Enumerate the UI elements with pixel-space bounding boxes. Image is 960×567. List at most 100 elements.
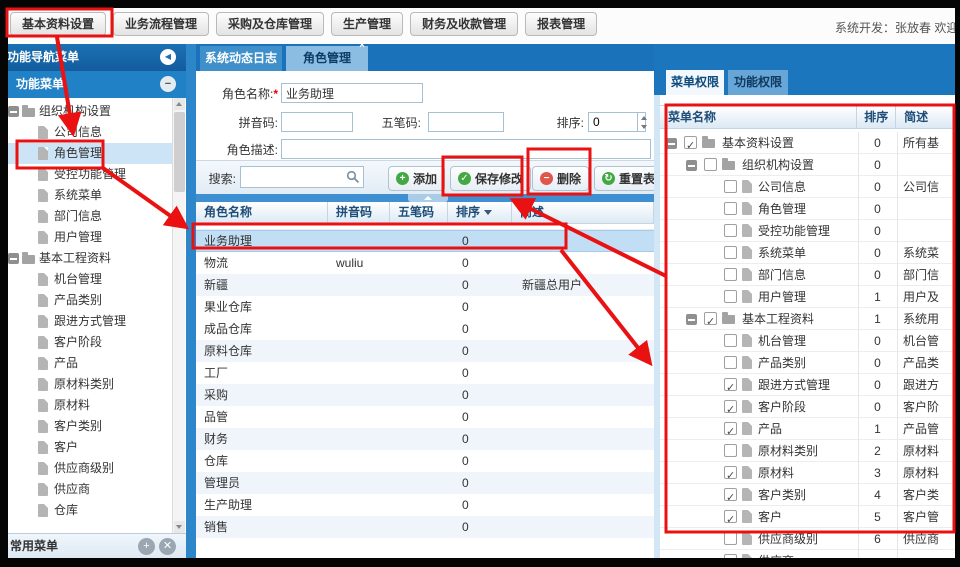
column-header-2[interactable]: 拼音码 <box>328 202 390 223</box>
top-menu-item-4[interactable]: 生产管理 <box>331 12 403 36</box>
sidebar-item[interactable]: 供应商级别 <box>8 458 172 479</box>
sidebar-item[interactable]: 公司信息 <box>8 122 172 143</box>
table-row[interactable]: 品管0 <box>196 406 654 428</box>
permission-tree-row[interactable]: 原材料类别2原材料 <box>660 440 955 462</box>
tab-inactive[interactable]: 系统动态日志 <box>200 46 282 71</box>
sort-spinner[interactable] <box>588 112 646 132</box>
checkbox-unchecked[interactable] <box>724 202 737 215</box>
top-menu-item-6[interactable]: 报表管理 <box>525 12 597 36</box>
permission-tree-row[interactable]: 基本工程资料1系统用 <box>660 308 955 330</box>
permission-tree-row[interactable]: 客户阶段0客户阶 <box>660 396 955 418</box>
table-row[interactable]: 果业仓库0 <box>196 296 654 318</box>
expander-icon[interactable] <box>666 138 677 149</box>
spin-up-icon[interactable] <box>638 113 645 122</box>
column-header-3[interactable]: 五笔码 <box>390 202 448 223</box>
permission-column-header-1[interactable]: 菜单名称 <box>660 106 857 128</box>
sidebar-item[interactable]: 仓库 <box>8 500 172 521</box>
add-favorite-icon[interactable]: + <box>138 538 155 555</box>
permission-tree-row[interactable]: 用户管理1用户及 <box>660 286 955 308</box>
search-icon[interactable] <box>346 170 360 184</box>
permission-column-header-2[interactable]: 排序 <box>857 106 896 128</box>
sidebar-item[interactable]: 供应商 <box>8 479 172 500</box>
permission-tree-row[interactable]: 客户类别4客户类 <box>660 484 955 506</box>
checkbox-checked[interactable] <box>724 510 737 523</box>
column-header-1[interactable]: 角色名称 <box>196 202 328 223</box>
checkbox-unchecked[interactable] <box>724 180 737 193</box>
sidebar-item[interactable]: 受控功能管理 <box>8 164 172 185</box>
sidebar-item[interactable]: 基本工程资料 <box>8 248 172 269</box>
sidebar-item[interactable]: 部门信息 <box>8 206 172 227</box>
permission-tree-row[interactable]: 跟进方式管理0跟进方 <box>660 374 955 396</box>
top-menu-item-5[interactable]: 财务及收款管理 <box>410 12 518 36</box>
checkbox-checked[interactable] <box>724 466 737 479</box>
permission-tree-row[interactable]: 原材料3原材料 <box>660 462 955 484</box>
checkbox-unchecked[interactable] <box>724 554 737 558</box>
checkbox-unchecked[interactable] <box>724 246 737 259</box>
permission-tree-row[interactable]: 基本资料设置0所有基 <box>660 132 955 154</box>
sidebar-item[interactable]: 用户管理 <box>8 227 172 248</box>
checkbox-unchecked[interactable] <box>724 290 737 303</box>
checkbox-unchecked[interactable] <box>724 532 737 545</box>
role-name-input[interactable] <box>281 83 423 103</box>
sidebar-item[interactable]: 原材料 <box>8 395 172 416</box>
checkbox-unchecked[interactable] <box>724 334 737 347</box>
checkbox-checked[interactable] <box>724 422 737 435</box>
checkbox-checked[interactable] <box>724 400 737 413</box>
permission-tree-row[interactable]: 产品1产品管 <box>660 418 955 440</box>
table-row[interactable]: 销售0 <box>196 516 654 538</box>
checkbox-checked[interactable] <box>704 312 717 325</box>
sidebar-item[interactable]: 组织机构设置 <box>8 101 172 122</box>
permission-tree-row[interactable]: 供应商级别6供应商 <box>660 528 955 550</box>
permission-tree-row[interactable]: 公司信息0公司信 <box>660 176 955 198</box>
table-row-selected[interactable]: 业务助理0 <box>196 230 654 252</box>
permission-tree-row[interactable]: 机台管理0机台管 <box>660 330 955 352</box>
checkbox-unchecked[interactable] <box>724 356 737 369</box>
permission-tab-active[interactable]: 菜单权限 <box>666 70 724 95</box>
sidebar-item[interactable]: 跟进方式管理 <box>8 311 172 332</box>
pinyin-input[interactable] <box>281 112 353 132</box>
table-row[interactable]: 工厂0 <box>196 362 654 384</box>
permission-column-header-3[interactable]: 简述 <box>896 106 954 128</box>
checkbox-unchecked[interactable] <box>704 158 717 171</box>
permission-tree-row[interactable]: 受控功能管理0 <box>660 220 955 242</box>
clear-favorite-icon[interactable]: ✕ <box>159 538 176 555</box>
sidebar-item-selected[interactable]: 角色管理 <box>8 143 172 164</box>
sidebar-item[interactable]: 产品 <box>8 353 172 374</box>
close-icon[interactable]: × <box>359 41 365 51</box>
permission-tree-row[interactable]: 产品类别0产品类 <box>660 352 955 374</box>
permission-tree-row[interactable]: 角色管理0 <box>660 198 955 220</box>
permission-tree-row[interactable]: 组织机构设置0 <box>660 154 955 176</box>
table-row[interactable]: 采购0 <box>196 384 654 406</box>
vertical-splitter[interactable] <box>186 44 196 558</box>
collapse-up-icon[interactable] <box>408 194 448 202</box>
scroll-down-icon[interactable] <box>174 521 185 533</box>
top-menu-item-1[interactable]: 基本资料设置 <box>10 12 106 36</box>
permission-tree-row[interactable]: 供应商 <box>660 550 955 558</box>
checkbox-checked[interactable] <box>684 136 697 149</box>
table-row[interactable]: 生产助理0 <box>196 494 654 516</box>
checkbox-checked[interactable] <box>724 378 737 391</box>
checkbox-unchecked[interactable] <box>724 224 737 237</box>
expander-icon[interactable] <box>8 253 19 264</box>
expander-icon[interactable] <box>8 106 19 117</box>
sidebar-subheader[interactable]: 功能菜单 − <box>8 71 186 98</box>
checkbox-checked[interactable] <box>724 488 737 501</box>
table-row[interactable]: 管理员0 <box>196 472 654 494</box>
wubi-input[interactable] <box>428 112 504 132</box>
collapse-left-icon[interactable]: ◀ <box>160 49 176 65</box>
tab-active[interactable]: 角色管理× <box>286 46 368 71</box>
sidebar-item[interactable]: 客户类别 <box>8 416 172 437</box>
table-row[interactable]: 原料仓库0 <box>196 340 654 362</box>
role-desc-input[interactable] <box>281 139 651 159</box>
sort-input[interactable] <box>589 113 637 131</box>
table-row[interactable]: 财务0 <box>196 428 654 450</box>
permission-tab-inactive[interactable]: 功能权限 <box>728 70 788 95</box>
sidebar-item[interactable]: 机台管理 <box>8 269 172 290</box>
table-row[interactable]: 仓库0 <box>196 450 654 472</box>
scroll-up-icon[interactable] <box>174 98 185 110</box>
toolbar-button-save[interactable]: ✓保存修改 <box>450 166 531 191</box>
spin-down-icon[interactable] <box>638 122 645 131</box>
search-input[interactable] <box>241 167 349 185</box>
sidebar-item[interactable]: 客户阶段 <box>8 332 172 353</box>
permission-tree-row[interactable]: 客户5客户管 <box>660 506 955 528</box>
